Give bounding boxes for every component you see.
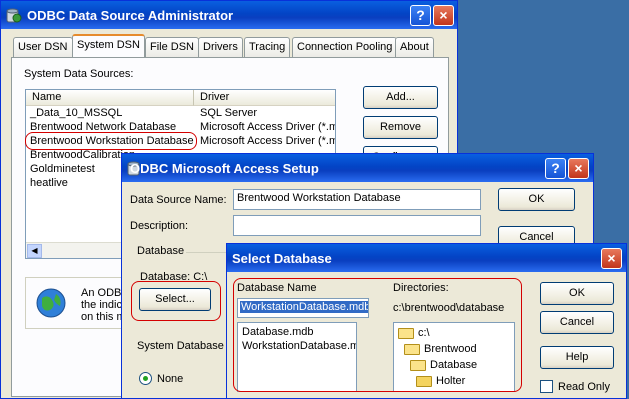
info-text-line-3: on this m bbox=[81, 311, 126, 323]
remove-button[interactable]: Remove bbox=[363, 116, 438, 139]
dir-item-label: Database bbox=[430, 359, 478, 371]
close-title-button[interactable]: × bbox=[568, 158, 589, 179]
description-input[interactable] bbox=[233, 215, 481, 236]
tab-tracing[interactable]: Tracing bbox=[244, 37, 291, 57]
list-item[interactable]: Database.mdb bbox=[242, 326, 314, 340]
list-item[interactable]: _Data_10_MSSQL bbox=[30, 107, 122, 121]
read-only-label: Read Only bbox=[558, 381, 610, 393]
list-item-name: Goldminetest bbox=[30, 163, 95, 175]
window-title: ODBC Microsoft Access Setup bbox=[130, 161, 319, 176]
tab-connection-pooling[interactable]: Connection Pooling bbox=[292, 37, 398, 57]
ok-button[interactable]: OK bbox=[498, 188, 575, 211]
scroll-left-button[interactable]: ◀ bbox=[27, 244, 42, 258]
cancel-button[interactable]: Cancel bbox=[540, 311, 614, 334]
list-item-name: Brentwood Network Database bbox=[30, 121, 177, 133]
database-files-list[interactable]: Database.mdb WorkstationDatabase.mdb bbox=[237, 322, 357, 392]
list-item[interactable]: Brentwood Network Database bbox=[30, 121, 176, 135]
database-name-value: WorkstationDatabase.mdb bbox=[240, 301, 368, 313]
close-title-button[interactable]: × bbox=[601, 248, 622, 269]
window-title: ODBC Data Source Administrator bbox=[27, 8, 234, 23]
open-folder-icon bbox=[410, 359, 426, 371]
dsn-input[interactable]: Brentwood Workstation Database bbox=[233, 189, 481, 210]
column-header-driver[interactable]: Driver bbox=[194, 90, 335, 106]
list-item[interactable]: Goldminetest bbox=[30, 163, 95, 177]
tab-user-dsn[interactable]: User DSN bbox=[13, 37, 73, 57]
access-setup-titlebar[interactable]: ODBC Microsoft Access Setup ? × bbox=[122, 154, 593, 182]
dir-item-label: Brentwood bbox=[424, 343, 477, 355]
list-item-name: heatlive bbox=[30, 177, 68, 189]
list-item[interactable]: heatlive bbox=[30, 177, 68, 191]
dir-item[interactable]: Holter bbox=[416, 375, 465, 389]
dir-item-label: c:\ bbox=[418, 327, 430, 339]
help-title-button[interactable]: ? bbox=[410, 5, 431, 26]
database-group-label: Database bbox=[137, 245, 185, 257]
dir-item[interactable]: c:\ bbox=[398, 327, 430, 341]
current-directory: c:\brentwood\database bbox=[393, 302, 505, 314]
list-item[interactable]: BrentwoodCalibration bbox=[30, 149, 135, 163]
directories-list[interactable]: c:\ Brentwood Database Holter bbox=[393, 322, 515, 392]
tab-drivers[interactable]: Drivers bbox=[198, 37, 243, 57]
dir-item[interactable]: Brentwood bbox=[404, 343, 477, 357]
list-item-driver: SQL Server bbox=[200, 107, 258, 119]
database-path-label: Database: C:\ bbox=[140, 271, 208, 283]
description-label: Description: bbox=[130, 220, 189, 232]
close-title-button[interactable]: × bbox=[433, 5, 454, 26]
list-item-name: BrentwoodCalibration bbox=[30, 149, 136, 161]
select-db-titlebar[interactable]: Select Database × bbox=[227, 244, 626, 272]
globe-icon bbox=[36, 288, 66, 318]
database-name-label: Database Name bbox=[237, 282, 317, 294]
folder-icon bbox=[416, 375, 432, 387]
tab-about[interactable]: About bbox=[395, 37, 434, 57]
select-button[interactable]: Select... bbox=[139, 288, 211, 311]
open-folder-icon bbox=[404, 343, 420, 355]
odbc-admin-titlebar[interactable]: ODBC Data Source Administrator ? × bbox=[1, 1, 457, 29]
dir-item[interactable]: Database bbox=[410, 359, 477, 373]
none-label: None bbox=[157, 373, 184, 385]
open-folder-icon bbox=[398, 327, 414, 339]
help-title-button[interactable]: ? bbox=[545, 158, 566, 179]
list-item-name: Brentwood Workstation Database bbox=[30, 135, 194, 147]
database-name-input[interactable]: WorkstationDatabase.mdb bbox=[237, 298, 369, 318]
read-only-checkbox[interactable] bbox=[540, 380, 553, 393]
odbc-app-icon bbox=[6, 8, 22, 23]
dsn-label: Data Source Name: bbox=[130, 194, 227, 206]
dir-item-label: Holter bbox=[436, 375, 466, 387]
column-header-name[interactable]: Name bbox=[26, 90, 194, 106]
tab-file-dsn[interactable]: File DSN bbox=[145, 37, 200, 57]
info-text-line-2: the indic bbox=[81, 299, 122, 311]
select-db-window: Select Database × Database Name Workstat… bbox=[226, 243, 627, 399]
list-item[interactable]: WorkstationDatabase.mdb bbox=[242, 340, 356, 354]
tab-system-dsn[interactable]: System DSN bbox=[72, 34, 145, 58]
ok-button[interactable]: OK bbox=[540, 282, 614, 305]
system-data-sources-label: System Data Sources: bbox=[24, 68, 134, 80]
none-radio[interactable] bbox=[139, 372, 152, 385]
help-button[interactable]: Help bbox=[540, 346, 614, 369]
list-item-driver: Microsoft Access Driver (*.m bbox=[200, 135, 336, 147]
system-database-group-label: System Database bbox=[137, 340, 224, 352]
database-group-line bbox=[186, 252, 231, 253]
add-button[interactable]: Add... bbox=[363, 86, 438, 109]
window-title: Select Database bbox=[232, 251, 332, 266]
list-item-driver: Microsoft Access Driver (*.m bbox=[200, 121, 336, 133]
list-item-selected[interactable]: Brentwood Workstation Database bbox=[30, 135, 194, 149]
list-item-name: _Data_10_MSSQL bbox=[30, 107, 123, 119]
directories-label: Directories: bbox=[393, 282, 449, 294]
